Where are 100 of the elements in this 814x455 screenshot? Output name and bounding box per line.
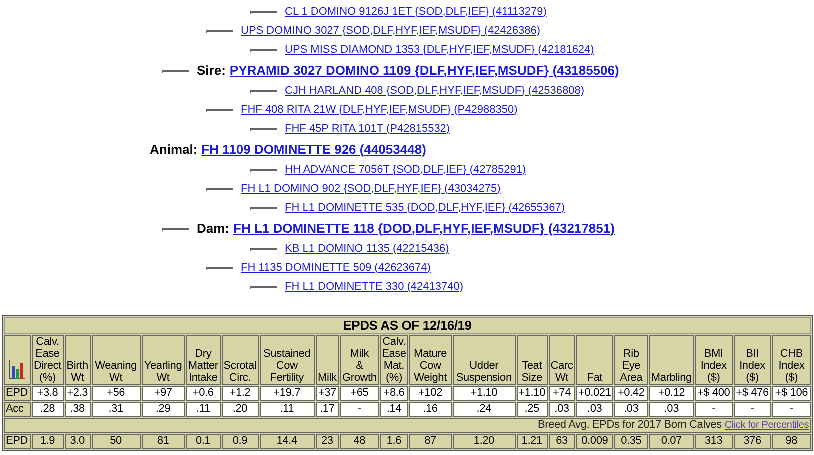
table-cell: +1.10 <box>516 386 548 401</box>
table-cell: 376 <box>734 434 772 449</box>
table-cell: 98 <box>772 434 811 449</box>
table-cell: +56 <box>92 386 141 401</box>
tree-line <box>206 267 233 270</box>
column-header: Udder Suspension <box>452 335 516 385</box>
table-cell: 1.6 <box>380 434 408 449</box>
table-cell: .24 <box>452 402 516 417</box>
table-cell: .03 <box>548 402 576 417</box>
breed-average-caption: Breed Avg. EPDs for 2017 Born Calves <box>538 419 722 431</box>
table-cell: +1.10 <box>452 386 516 401</box>
table-cell: +0.021 <box>576 386 614 401</box>
table-cell: 48 <box>340 434 380 449</box>
column-header: Calv. Ease Mat. (%) <box>380 335 408 385</box>
table-cell: - <box>772 402 811 417</box>
table-cell: .16 <box>409 402 452 417</box>
table-cell: +19.7 <box>260 386 315 401</box>
tree-line <box>206 188 233 191</box>
table-cell: +65 <box>340 386 380 401</box>
pedigree-link[interactable]: KB L1 DOMINO 1135 (42215436) <box>285 242 450 254</box>
table-cell: - <box>734 402 772 417</box>
pedigree-link[interactable]: FH L1 DOMINO 902 {SOD,DLF,HYF,IEF} (43034275) <box>241 182 501 194</box>
table-cell: 1.9 <box>32 434 64 449</box>
tree-line <box>250 286 277 289</box>
column-header: CHB Index ($) <box>772 335 811 385</box>
table-cell: +$ 400 <box>694 386 733 401</box>
column-header: Milk & Growth <box>340 335 380 385</box>
pedigree-link[interactable]: CJH HARLAND 408 {SOD,DLF,HYF,IEF,MSUDF} (42536808) <box>285 84 585 96</box>
table-cell: .03 <box>614 402 648 417</box>
column-header: Yearling Wt <box>142 335 185 385</box>
table-cell: .20 <box>222 402 259 417</box>
table-cell: +$ 106 <box>772 386 811 401</box>
column-header: Dry Matter Intake <box>186 335 221 385</box>
column-header: Mature Cow Weight <box>409 335 452 385</box>
pedigree-link[interactable]: UPS DOMINO 3027 {SOD,DLF,HYF,IEF,MSUDF} (42426386) <box>241 24 541 36</box>
tree-line <box>250 11 277 14</box>
tree-line <box>250 169 277 172</box>
pedigree-link[interactable]: FH 1135 DOMINETTE 509 (42623674) <box>241 262 431 274</box>
table-cell: 81 <box>142 434 185 449</box>
table-cell: +97 <box>142 386 185 401</box>
relation-label: Animal: <box>150 142 198 156</box>
table-cell: +1.2 <box>222 386 259 401</box>
table-cell: 0.009 <box>576 434 614 449</box>
table-title: EPDS AS OF 12/16/19 <box>4 317 811 334</box>
table-cell: 14.4 <box>260 434 315 449</box>
table-cell: 313 <box>694 434 733 449</box>
row-label: Acc <box>4 402 31 417</box>
table-cell: +8.6 <box>380 386 408 401</box>
row-label: EPD <box>4 434 31 449</box>
table-cell: .03 <box>576 402 614 417</box>
table-cell: .29 <box>142 402 185 417</box>
column-header: Sustained Cow Fertility <box>260 335 315 385</box>
pedigree-link[interactable]: FH L1 DOMINETTE 118 {DOD,DLF,HYF,IEF,MSUDF} (43217851) <box>234 220 615 236</box>
pedigree-link[interactable]: CL 1 DOMINO 9126J 1ET {SOD,DLF,IEF} (41113279) <box>285 6 547 18</box>
table-cell: 0.1 <box>186 434 221 449</box>
table-cell: 50 <box>92 434 141 449</box>
table-cell: +0.6 <box>186 386 221 401</box>
table-cell: +37 <box>316 386 340 401</box>
table-cell: +0.12 <box>649 386 694 401</box>
tree-line <box>250 207 277 210</box>
pedigree-link[interactable]: FHF 45P RITA 101T (P42815532) <box>285 122 450 134</box>
pedigree-link[interactable]: FH L1 DOMINETTE 535 {DOD,DLF,HYF,IEF} (42655367) <box>285 202 565 214</box>
pedigree-link[interactable]: PYRAMID 3027 DOMINO 1109 {DLF,HYF,IEF,MSUDF} (43185506) <box>230 62 620 78</box>
table-cell: 87 <box>409 434 452 449</box>
pedigree-link[interactable]: UPS MISS DIAMOND 1353 {DLF,HYF,IEF,MSUDF} (42181624) <box>285 44 594 56</box>
table-cell: 1.21 <box>516 434 548 449</box>
column-header: Weaning Wt <box>92 335 141 385</box>
tree-line <box>250 49 277 52</box>
pedigree-link[interactable]: FH L1 DOMINETTE 330 (42413740) <box>285 280 464 292</box>
tree-line <box>250 128 277 131</box>
table-cell: 0.9 <box>222 434 259 449</box>
table-cell: +74 <box>548 386 576 401</box>
tree-line <box>162 228 189 230</box>
column-header: Calv. Ease Direct (%) <box>32 335 64 385</box>
pedigree-link[interactable]: FHF 408 RITA 21W {DLF,HYF,IEF,MSUDF} (P42988350) <box>241 104 518 116</box>
row-label: EPD <box>4 386 31 401</box>
bar-chart-icon[interactable] <box>9 360 26 380</box>
table-cell: 23 <box>316 434 340 449</box>
column-header: Scrotal Circ. <box>222 335 259 385</box>
table-cell: .38 <box>64 402 91 417</box>
table-cell: 63 <box>548 434 576 449</box>
table-cell: +2.3 <box>64 386 91 401</box>
pedigree-link[interactable]: HH ADVANCE 7056T {SOD,DLF,IEF} (42785291) <box>285 164 526 176</box>
table-cell: 1.20 <box>452 434 516 449</box>
table-cell: +102 <box>409 386 452 401</box>
table-cell: .17 <box>316 402 340 417</box>
column-header: BMI Index ($) <box>694 335 733 385</box>
table-cell: 0.35 <box>614 434 648 449</box>
relation-label: Dam: <box>197 220 230 236</box>
percentiles-link[interactable]: Click for Percentiles <box>724 420 809 431</box>
table-cell: .25 <box>516 402 548 417</box>
column-header: Teat Size <box>516 335 548 385</box>
table-cell: - <box>694 402 733 417</box>
tree-line <box>250 248 277 251</box>
pedigree-link[interactable]: FH 1109 DOMINETTE 926 (44053448) <box>202 142 426 156</box>
column-header: Rib Eye Area <box>614 335 648 385</box>
table-cell: 0.07 <box>649 434 694 449</box>
table-cell: .03 <box>649 402 694 417</box>
column-header: Marbling <box>649 335 694 385</box>
column-header: Milk <box>316 335 340 385</box>
